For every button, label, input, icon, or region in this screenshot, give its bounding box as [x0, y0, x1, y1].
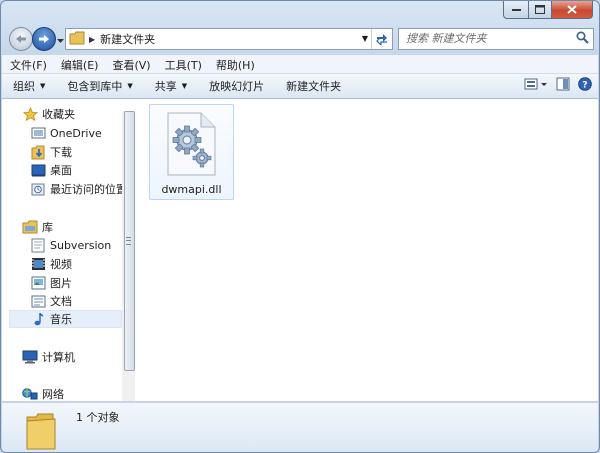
details-pane: 1 个对象: [2, 402, 598, 452]
organize-label: 组织: [13, 80, 35, 93]
organize-button[interactable]: 组织 ▼: [2, 78, 56, 94]
caption-buttons: [503, 1, 593, 19]
folder-icon: [24, 411, 58, 452]
nav-favorites-label: 收藏夹: [42, 108, 75, 121]
menu-edit[interactable]: 编辑(E): [53, 55, 105, 73]
onedrive-icon: [30, 125, 46, 141]
menu-bar: 文件(F) 编辑(E) 查看(V) 工具(T) 帮助(H): [2, 55, 598, 74]
chevron-down-icon: ▼: [127, 82, 133, 90]
search-icon[interactable]: [576, 31, 589, 47]
subversion-icon: [30, 237, 46, 253]
star-icon: [22, 106, 38, 122]
close-icon: [567, 5, 577, 14]
refresh-icon: [376, 34, 387, 45]
include-in-library-label: 包含到库中: [67, 80, 123, 93]
chevron-down-icon: ▼: [40, 82, 46, 90]
arrow-right-icon: [39, 35, 49, 43]
downloads-icon: [30, 144, 46, 160]
recent-pages-button[interactable]: [57, 33, 64, 46]
back-button[interactable]: [9, 27, 33, 51]
music-icon: [30, 311, 46, 327]
nav-subversion-label: Subversion: [50, 238, 112, 252]
include-in-library-button[interactable]: 包含到库中 ▼: [56, 78, 143, 94]
svg-text:?: ?: [582, 81, 587, 91]
preview-pane-icon: [556, 77, 570, 91]
address-history-dropdown[interactable]: ▼: [362, 34, 368, 43]
item-count: 1 个对象: [76, 411, 120, 424]
menu-file[interactable]: 文件(F): [2, 55, 53, 73]
new-folder-button[interactable]: 新建文件夹: [275, 78, 352, 94]
slideshow-button[interactable]: 放映幻灯片: [198, 78, 275, 94]
content-area: 收藏夹 OneDrive 下载 桌面 最近访问的位置 库 Subversion …: [2, 99, 598, 401]
menu-view[interactable]: 查看(V): [104, 55, 156, 73]
help-button[interactable]: ?: [578, 77, 592, 94]
nav-onedrive-label: OneDrive: [50, 126, 102, 140]
network-icon: [22, 386, 38, 402]
chevron-down-icon: [57, 39, 64, 43]
breadcrumb-current-folder[interactable]: 新建文件夹: [100, 31, 155, 47]
minimize-icon: [511, 8, 521, 11]
change-view-button[interactable]: [524, 77, 548, 94]
nav-downloads-label: 下载: [50, 146, 72, 159]
help-icon: ?: [578, 77, 592, 91]
navigation-bar: ▶ 新建文件夹 ▼: [1, 23, 599, 53]
nav-recent-places-label: 最近访问的位置: [50, 183, 127, 196]
nav-desktop-label: 桌面: [50, 164, 72, 177]
search-input[interactable]: [399, 29, 571, 47]
address-bar[interactable]: ▶ 新建文件夹 ▼: [65, 28, 393, 50]
menu-help[interactable]: 帮助(H): [208, 55, 261, 73]
video-icon: [30, 256, 46, 272]
nav-music-label: 音乐: [50, 313, 72, 326]
computer-icon: [22, 349, 38, 365]
menu-tools[interactable]: 工具(T): [157, 55, 208, 73]
recent-places-icon: [30, 181, 46, 197]
refresh-button[interactable]: [371, 29, 392, 49]
explorer-window: ▶ 新建文件夹 ▼ 文件(F) 编辑(E) 查看(V) 工具(T) 帮助(H) …: [0, 0, 600, 453]
maximize-button[interactable]: [529, 1, 552, 19]
nav-videos-label: 视频: [50, 258, 72, 271]
nav-music[interactable]: 音乐: [9, 310, 122, 328]
nav-documents-label: 文档: [50, 295, 72, 308]
navigation-pane-scrollbar[interactable]: [122, 111, 135, 401]
command-bar-right: ?: [516, 77, 592, 94]
maximize-icon: [535, 5, 545, 14]
share-label: 共享: [154, 80, 177, 93]
dll-gear-icon: [163, 111, 219, 180]
desktop-icon: [30, 162, 46, 178]
file-list: dwmapi.dll: [136, 99, 598, 401]
libraries-icon: [22, 219, 38, 235]
nav-network-label: 网络: [42, 388, 64, 401]
minimize-button[interactable]: [503, 1, 529, 19]
share-button[interactable]: 共享 ▼: [144, 78, 198, 94]
forward-button[interactable]: [32, 27, 56, 51]
pictures-icon: [30, 275, 46, 291]
scrollbar-grip-icon: [126, 237, 131, 245]
file-item[interactable]: dwmapi.dll: [149, 104, 234, 200]
breadcrumb-separator-icon[interactable]: ▶: [89, 35, 95, 44]
view-options-icon: [524, 78, 547, 90]
file-name: dwmapi.dll: [161, 183, 222, 196]
documents-icon: [30, 293, 46, 309]
search-box: [398, 28, 594, 50]
arrow-left-icon: [16, 35, 26, 43]
nav-computer-label: 计算机: [42, 351, 75, 364]
command-bar: 组织 ▼ 包含到库中 ▼ 共享 ▼ 放映幻灯片 新建文件夹 ?: [2, 74, 598, 99]
chevron-down-icon: ▼: [181, 82, 188, 90]
nav-pictures-label: 图片: [50, 277, 72, 290]
nav-libraries-label: 库: [42, 221, 53, 234]
preview-pane-button[interactable]: [556, 77, 570, 94]
folder-icon: [69, 31, 85, 48]
navigation-pane: 收藏夹 OneDrive 下载 桌面 最近访问的位置 库 Subversion …: [2, 99, 127, 402]
close-button[interactable]: [552, 1, 593, 19]
